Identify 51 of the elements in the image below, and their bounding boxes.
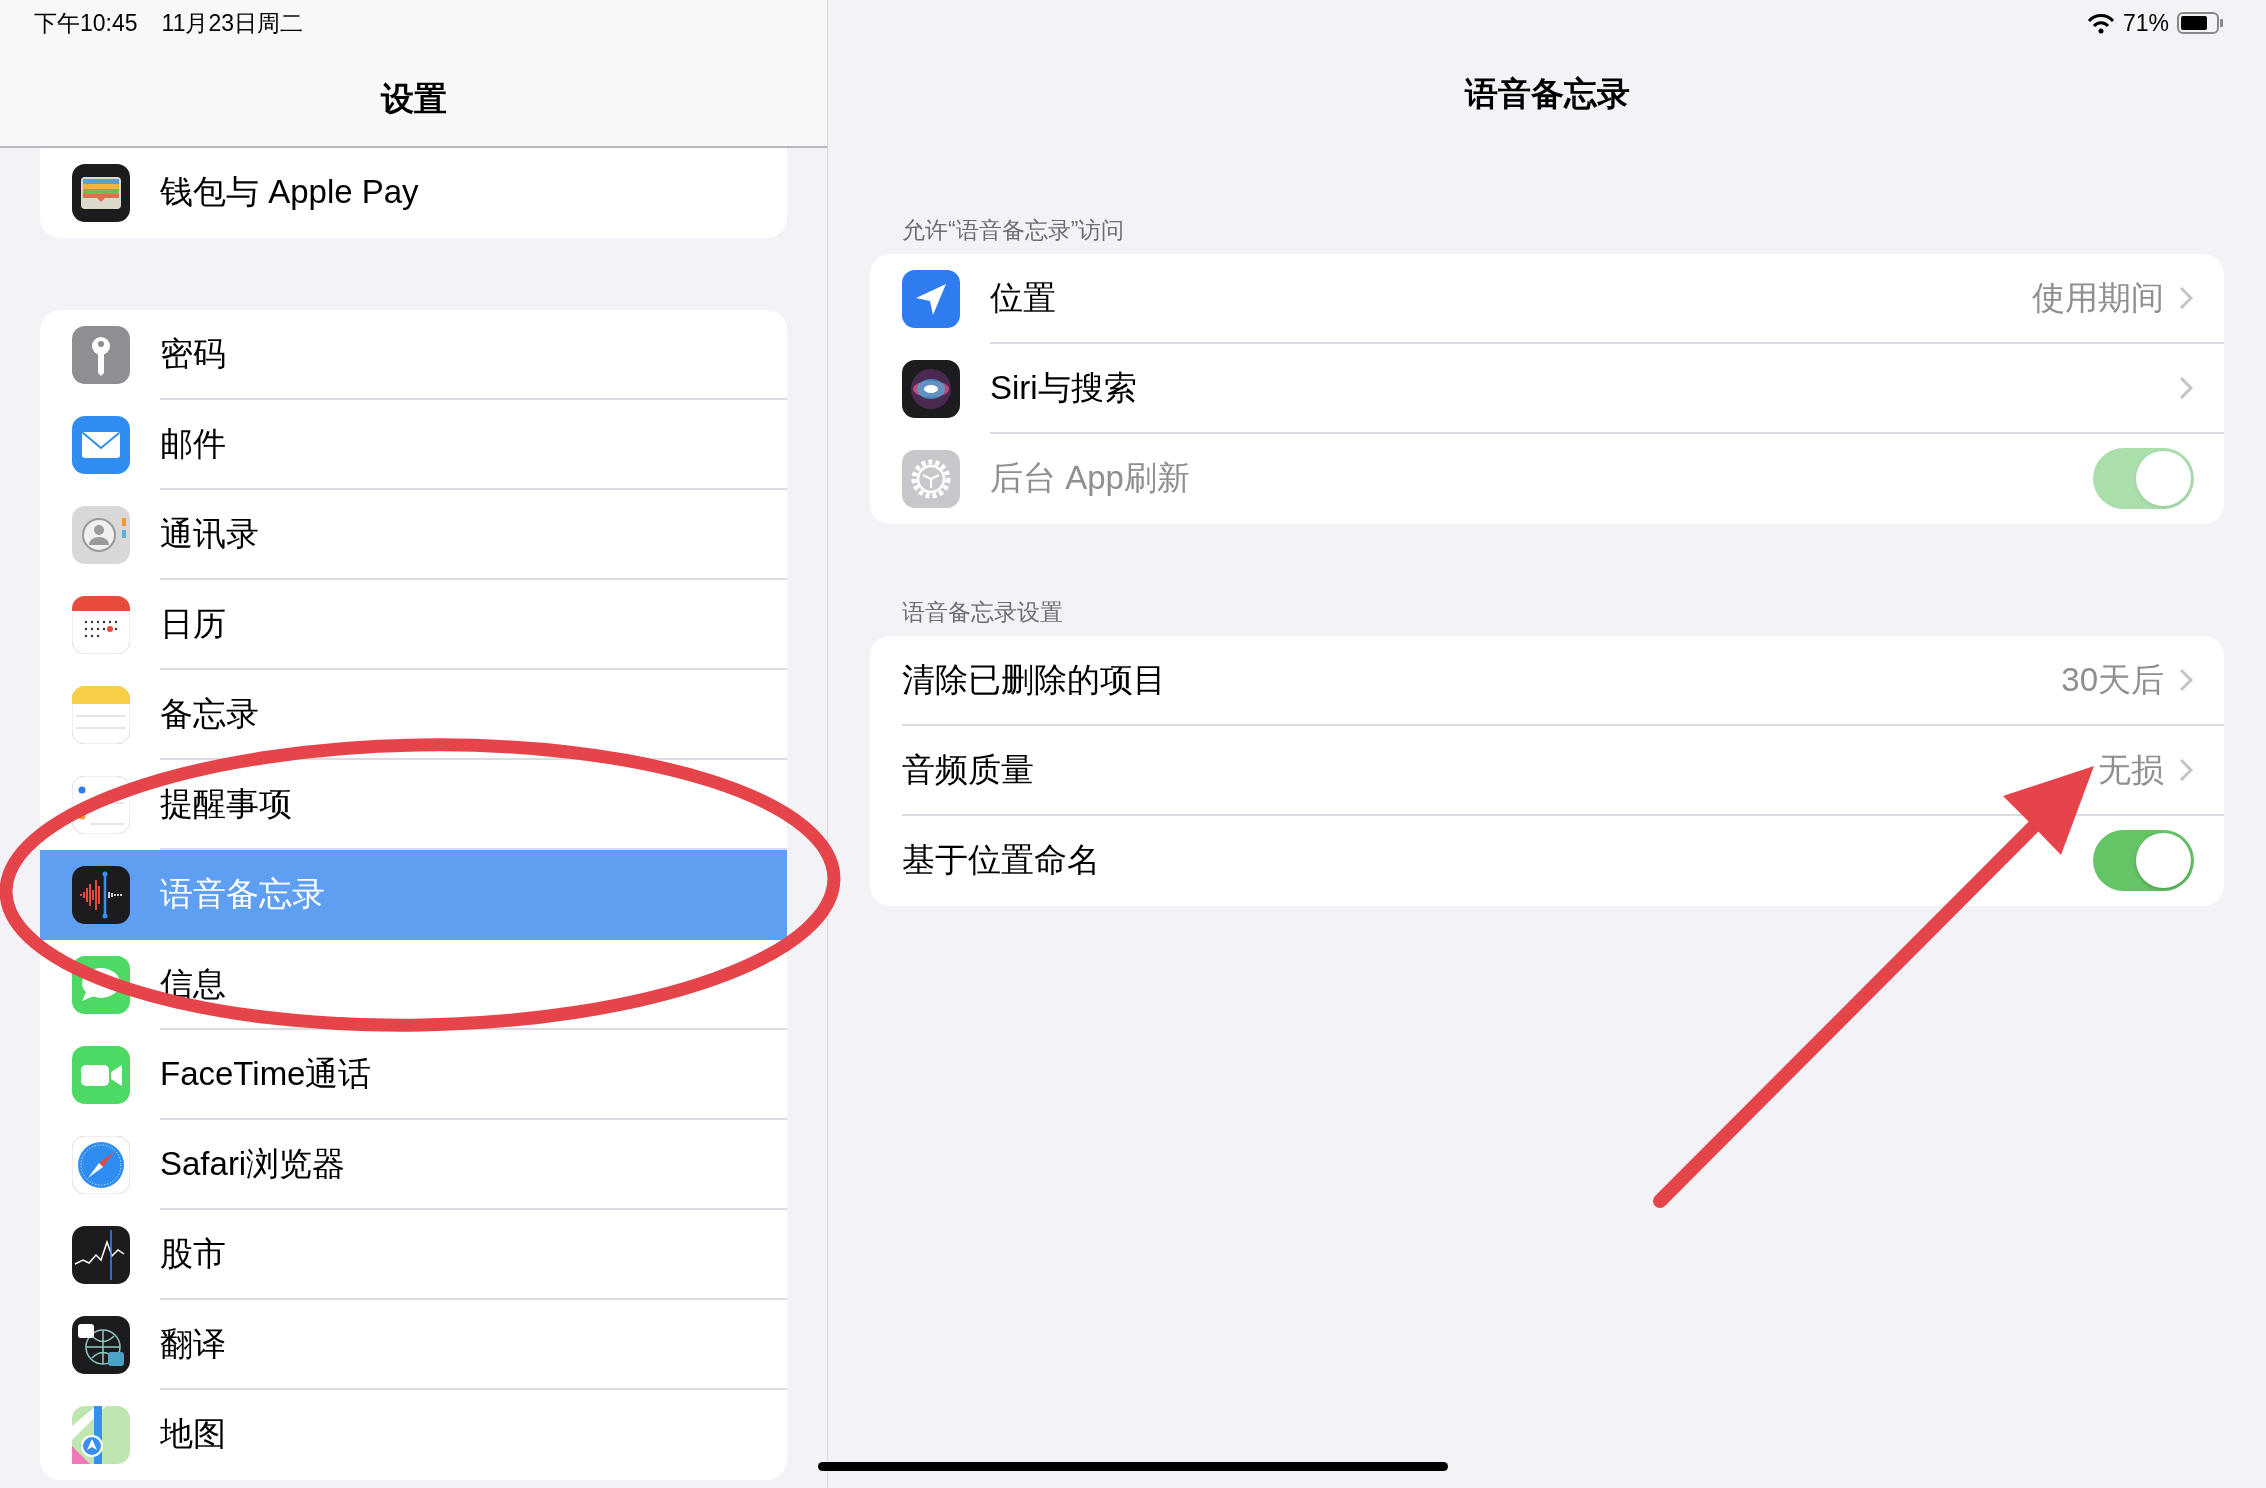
calendar-icon (72, 596, 130, 654)
envelope-icon (72, 416, 130, 474)
toggle-switch[interactable] (2093, 829, 2194, 891)
map-icon (72, 1406, 130, 1464)
person-icon (72, 506, 130, 564)
settings-item[interactable]: 通讯录 (40, 490, 787, 580)
setting-label: Siri与搜索 (990, 367, 1138, 408)
battery-percent: 71% (2122, 9, 2169, 37)
battery-icon (2177, 12, 2224, 34)
siri-orb-icon (902, 360, 960, 418)
section-header: 语音备忘录设置 (901, 598, 1064, 627)
setting-value: 30天后 (2061, 659, 2164, 700)
setting-label: 基于位置命名 (902, 839, 1101, 880)
settings-item[interactable]: 密码 (40, 310, 787, 400)
settings-item[interactable]: 钱包与 Apple Pay (40, 148, 787, 238)
settings-item[interactable]: 日历 (40, 580, 787, 670)
settings-item[interactable]: 邮件 (40, 400, 787, 490)
setting-label: 位置 (990, 277, 1057, 318)
settings-item[interactable]: FaceTime通话 (40, 1030, 787, 1120)
chevron-icon (2178, 285, 2194, 311)
compass-icon (72, 1136, 130, 1194)
setting-label: 音频质量 (902, 749, 1035, 790)
settings-row[interactable]: 位置 使用期间 (870, 254, 2224, 344)
video-camera-icon (72, 1046, 130, 1104)
wifi-icon (2086, 12, 2115, 34)
setting-label: 后台 App刷新 (990, 457, 1191, 498)
setting-value: 使用期间 (2032, 277, 2164, 318)
gear-icon (902, 450, 960, 508)
status-time: 下午10:45 (34, 9, 138, 38)
globe-icon (72, 1316, 130, 1374)
section-header: 允许“语音备忘录”访问 (901, 216, 1126, 245)
settings-row[interactable]: 清除已删除的项目 30天后 (870, 636, 2224, 726)
wallet-icon (72, 164, 130, 222)
sidebar-title: 设置 (380, 79, 447, 119)
page-title: 语音备忘录 (1464, 74, 1630, 114)
key-icon (72, 326, 130, 384)
settings-item[interactable]: 股市 (40, 1210, 787, 1300)
setting-label: 清除已删除的项目 (902, 659, 1167, 700)
settings-item[interactable]: 备忘录 (40, 670, 787, 760)
settings-item[interactable]: 地图 (40, 1390, 787, 1480)
settings-item[interactable]: 翻译 (40, 1300, 787, 1390)
waveform-icon (72, 866, 130, 924)
chevron-icon (2178, 375, 2194, 401)
setting-value: 无损 (2098, 749, 2164, 790)
stock-chart-icon (72, 1226, 130, 1284)
chevron-icon (2178, 667, 2194, 693)
notepad-icon (72, 686, 130, 744)
settings-row[interactable]: Siri与搜索 (870, 344, 2224, 434)
chevron-icon (2178, 757, 2194, 783)
settings-item[interactable]: Safari浏览器 (40, 1120, 787, 1210)
status-date: 11月23日周二 (161, 9, 304, 38)
